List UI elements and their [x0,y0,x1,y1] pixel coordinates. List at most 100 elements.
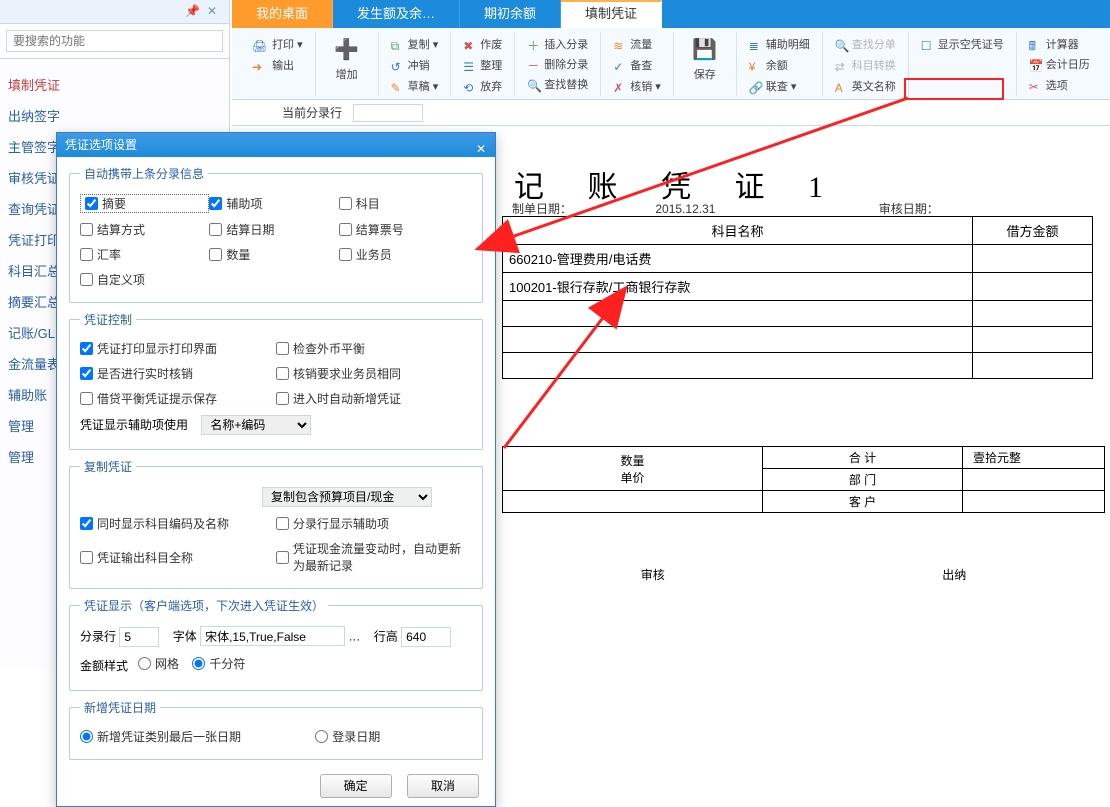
chk-showcode[interactable]: 同时显示科目编码及名称 [80,515,276,532]
output-button[interactable]: ➜ 输出 [252,57,294,74]
chk-rowaux[interactable]: 分录行显示辅助项 [276,515,472,532]
chk-fullsubj[interactable]: 凭证输出科目全称 [80,540,276,574]
table-row[interactable] [503,301,1093,327]
table-row[interactable]: 100201-银行存款/工商银行存款 [503,273,1093,301]
nav-header: 📌 ✕ [0,0,229,24]
row1-subject[interactable]: 100201-银行存款/工商银行存款 [503,273,973,301]
nav-item[interactable]: 出纳签字 [6,100,223,131]
chk-rtaudit-label: 是否进行实时核销 [97,365,193,382]
group-carry: 自动携带上条分录信息 摘要 辅助项 科目 结算方式 结算日期 结算票号 汇率 数… [69,165,483,303]
abandon-label: 放弃 [480,81,502,93]
reverse-button[interactable]: ↺冲销 [391,57,430,74]
draft-button[interactable]: ✎草稿 ▾ [391,78,439,95]
table-row[interactable] [503,327,1093,353]
rows-input[interactable] [119,627,159,647]
invalid-button[interactable]: ✖作废 [463,36,502,53]
chk-autonew-label: 进入时自动新增凭证 [293,390,401,407]
verify-button[interactable]: ✓备查 [613,57,652,74]
chk-printui[interactable]: 凭证打印显示打印界面 [80,340,276,357]
options-label: 选项 [1046,80,1068,92]
row1-debit[interactable] [973,273,1093,301]
amtstyle-grid[interactable]: 网格 [138,655,179,672]
adjust-button[interactable]: ☰整理 [463,57,502,74]
nav-item[interactable]: 填制凭证 [6,69,223,100]
chk-custom[interactable]: 自定义项 [80,271,209,288]
linkview-button[interactable]: 🔗联查 ▾ [749,78,797,95]
row0-subject[interactable]: 660210-管理费用/电话费 [503,245,973,273]
group-copy: 复制凭证 复制包含预算项目/现金 同时显示科目编码及名称 分录行显示辅助项 凭证… [69,458,483,589]
dialog-titlebar[interactable]: 凭证选项设置 ✕ [57,133,495,157]
audit-button[interactable]: ✗核销 ▾ [613,78,661,95]
subjtrans-button[interactable]: ⇄科目转换 [835,57,896,74]
chk-cashflow[interactable]: 凭证现金流量变动时，自动更新为最新记录 [276,540,472,574]
tab-opening[interactable]: 期初余额 [460,0,561,28]
tab-balance[interactable]: 发生额及余… [333,0,460,28]
chk-qty[interactable]: 数量 [209,246,338,263]
chk-settledate[interactable]: 结算日期 [209,221,338,238]
dialog-body: 自动携带上条分录信息 摘要 辅助项 科目 结算方式 结算日期 结算票号 汇率 数… [57,157,495,806]
font-input[interactable] [200,626,345,646]
chk-settletype[interactable]: 结算方式 [80,221,209,238]
tab-desktop[interactable]: 我的桌面 [232,0,333,28]
rowh-input[interactable] [401,627,451,647]
draft-icon: ✎ [391,81,405,95]
sub-toolbar: 当前分录行 [232,100,1110,126]
nav-search-wrap [0,24,229,59]
print-button[interactable]: 🖨 打印 ▾ [252,36,303,53]
tab-voucher[interactable]: 填制凭证 [561,0,662,28]
chk-balprompt[interactable]: 借贷平衡凭证提示保存 [80,390,276,407]
save-button[interactable]: 💾 保存 [682,34,728,82]
currentrow-input[interactable] [353,104,423,122]
calc-button[interactable]: 🖩计算器 [1029,36,1079,52]
pin-icon[interactable]: 📌 [185,4,199,18]
chk-rtaudit[interactable]: 是否进行实时核销 [80,365,276,382]
chk-settlebill[interactable]: 结算票号 [339,221,468,238]
flow-button[interactable]: ≋流量 [613,36,652,53]
chk-aux[interactable]: 辅助项 [209,194,338,213]
nav-close-icon[interactable]: ✕ [205,4,219,18]
chk-autonew[interactable]: 进入时自动新增凭证 [276,390,472,407]
audit-label: 核销 [630,81,652,93]
nav-search-input[interactable] [6,30,223,52]
linkview-label: 联查 [766,81,788,93]
balance-button[interactable]: ¥余额 [749,57,788,74]
chk-rate[interactable]: 汇率 [80,246,209,263]
options-dialog: 凭证选项设置 ✕ 自动携带上条分录信息 摘要 辅助项 科目 结算方式 结算日期 … [56,132,496,807]
chk-settledate-label: 结算日期 [226,221,274,238]
make-date-label: 制单日期： [512,202,572,216]
chk-aux-label: 辅助项 [226,195,262,212]
abandon-button[interactable]: ⟲放弃 [463,78,502,95]
add-button[interactable]: ➕ 增加 [324,34,370,82]
chk-fxcheck[interactable]: 检查外币平衡 [276,340,472,357]
ribbon-toolbar: 🖨 打印 ▾ ➜ 输出 ➕ 增加 ⧉复制 ▾ ↺冲销 ✎草稿 ▾ ✖作废 [232,28,1110,100]
row0-debit[interactable] [973,245,1093,273]
chk-subject[interactable]: 科目 [339,194,468,213]
newdate-last[interactable]: 新增凭证类别最后一张日期 [80,728,315,745]
insertrow-button[interactable]: ＋插入分录 [527,36,588,52]
caldate-icon: 📅 [1029,59,1043,73]
chk-auditop[interactable]: 核销要求业务员相同 [276,365,472,382]
amtstyle-thou[interactable]: 千分符 [192,655,245,672]
cancel-button[interactable]: 取消 [407,774,479,798]
table-row[interactable] [503,353,1093,379]
copy-button[interactable]: ⧉复制 ▾ [391,36,439,53]
audit-icon: ✗ [613,81,627,95]
search-button[interactable]: 🔍查找分单 [835,36,896,53]
findreplace-button[interactable]: 🔍查找替换 [527,76,588,93]
deleterow-icon: － [527,57,541,71]
group-newdate: 新增凭证日期 新增凭证类别最后一张日期 登录日期 [69,699,483,760]
deleterow-button[interactable]: －删除分录 [527,56,588,72]
engname-button[interactable]: A英文名称 [835,78,896,95]
ok-button[interactable]: 确定 [320,774,392,798]
aux-button[interactable]: ≣辅助明细 [749,36,810,53]
showempty-button[interactable]: ☐显示空凭证号 [921,36,1004,53]
caldate-button[interactable]: 📅会计日历 [1029,56,1090,73]
newdate-login[interactable]: 登录日期 [315,728,380,745]
copy-select[interactable]: 复制包含预算项目/现金 [262,487,432,507]
options-button[interactable]: ✂选项 [1029,77,1068,94]
table-row[interactable]: 660210-管理费用/电话费 [503,245,1093,273]
dialog-close-icon[interactable]: ✕ [473,137,489,153]
chk-operator[interactable]: 业务员 [339,246,468,263]
aux-select[interactable]: 名称+编码 [201,415,311,435]
chk-summary[interactable]: 摘要 [80,194,209,213]
